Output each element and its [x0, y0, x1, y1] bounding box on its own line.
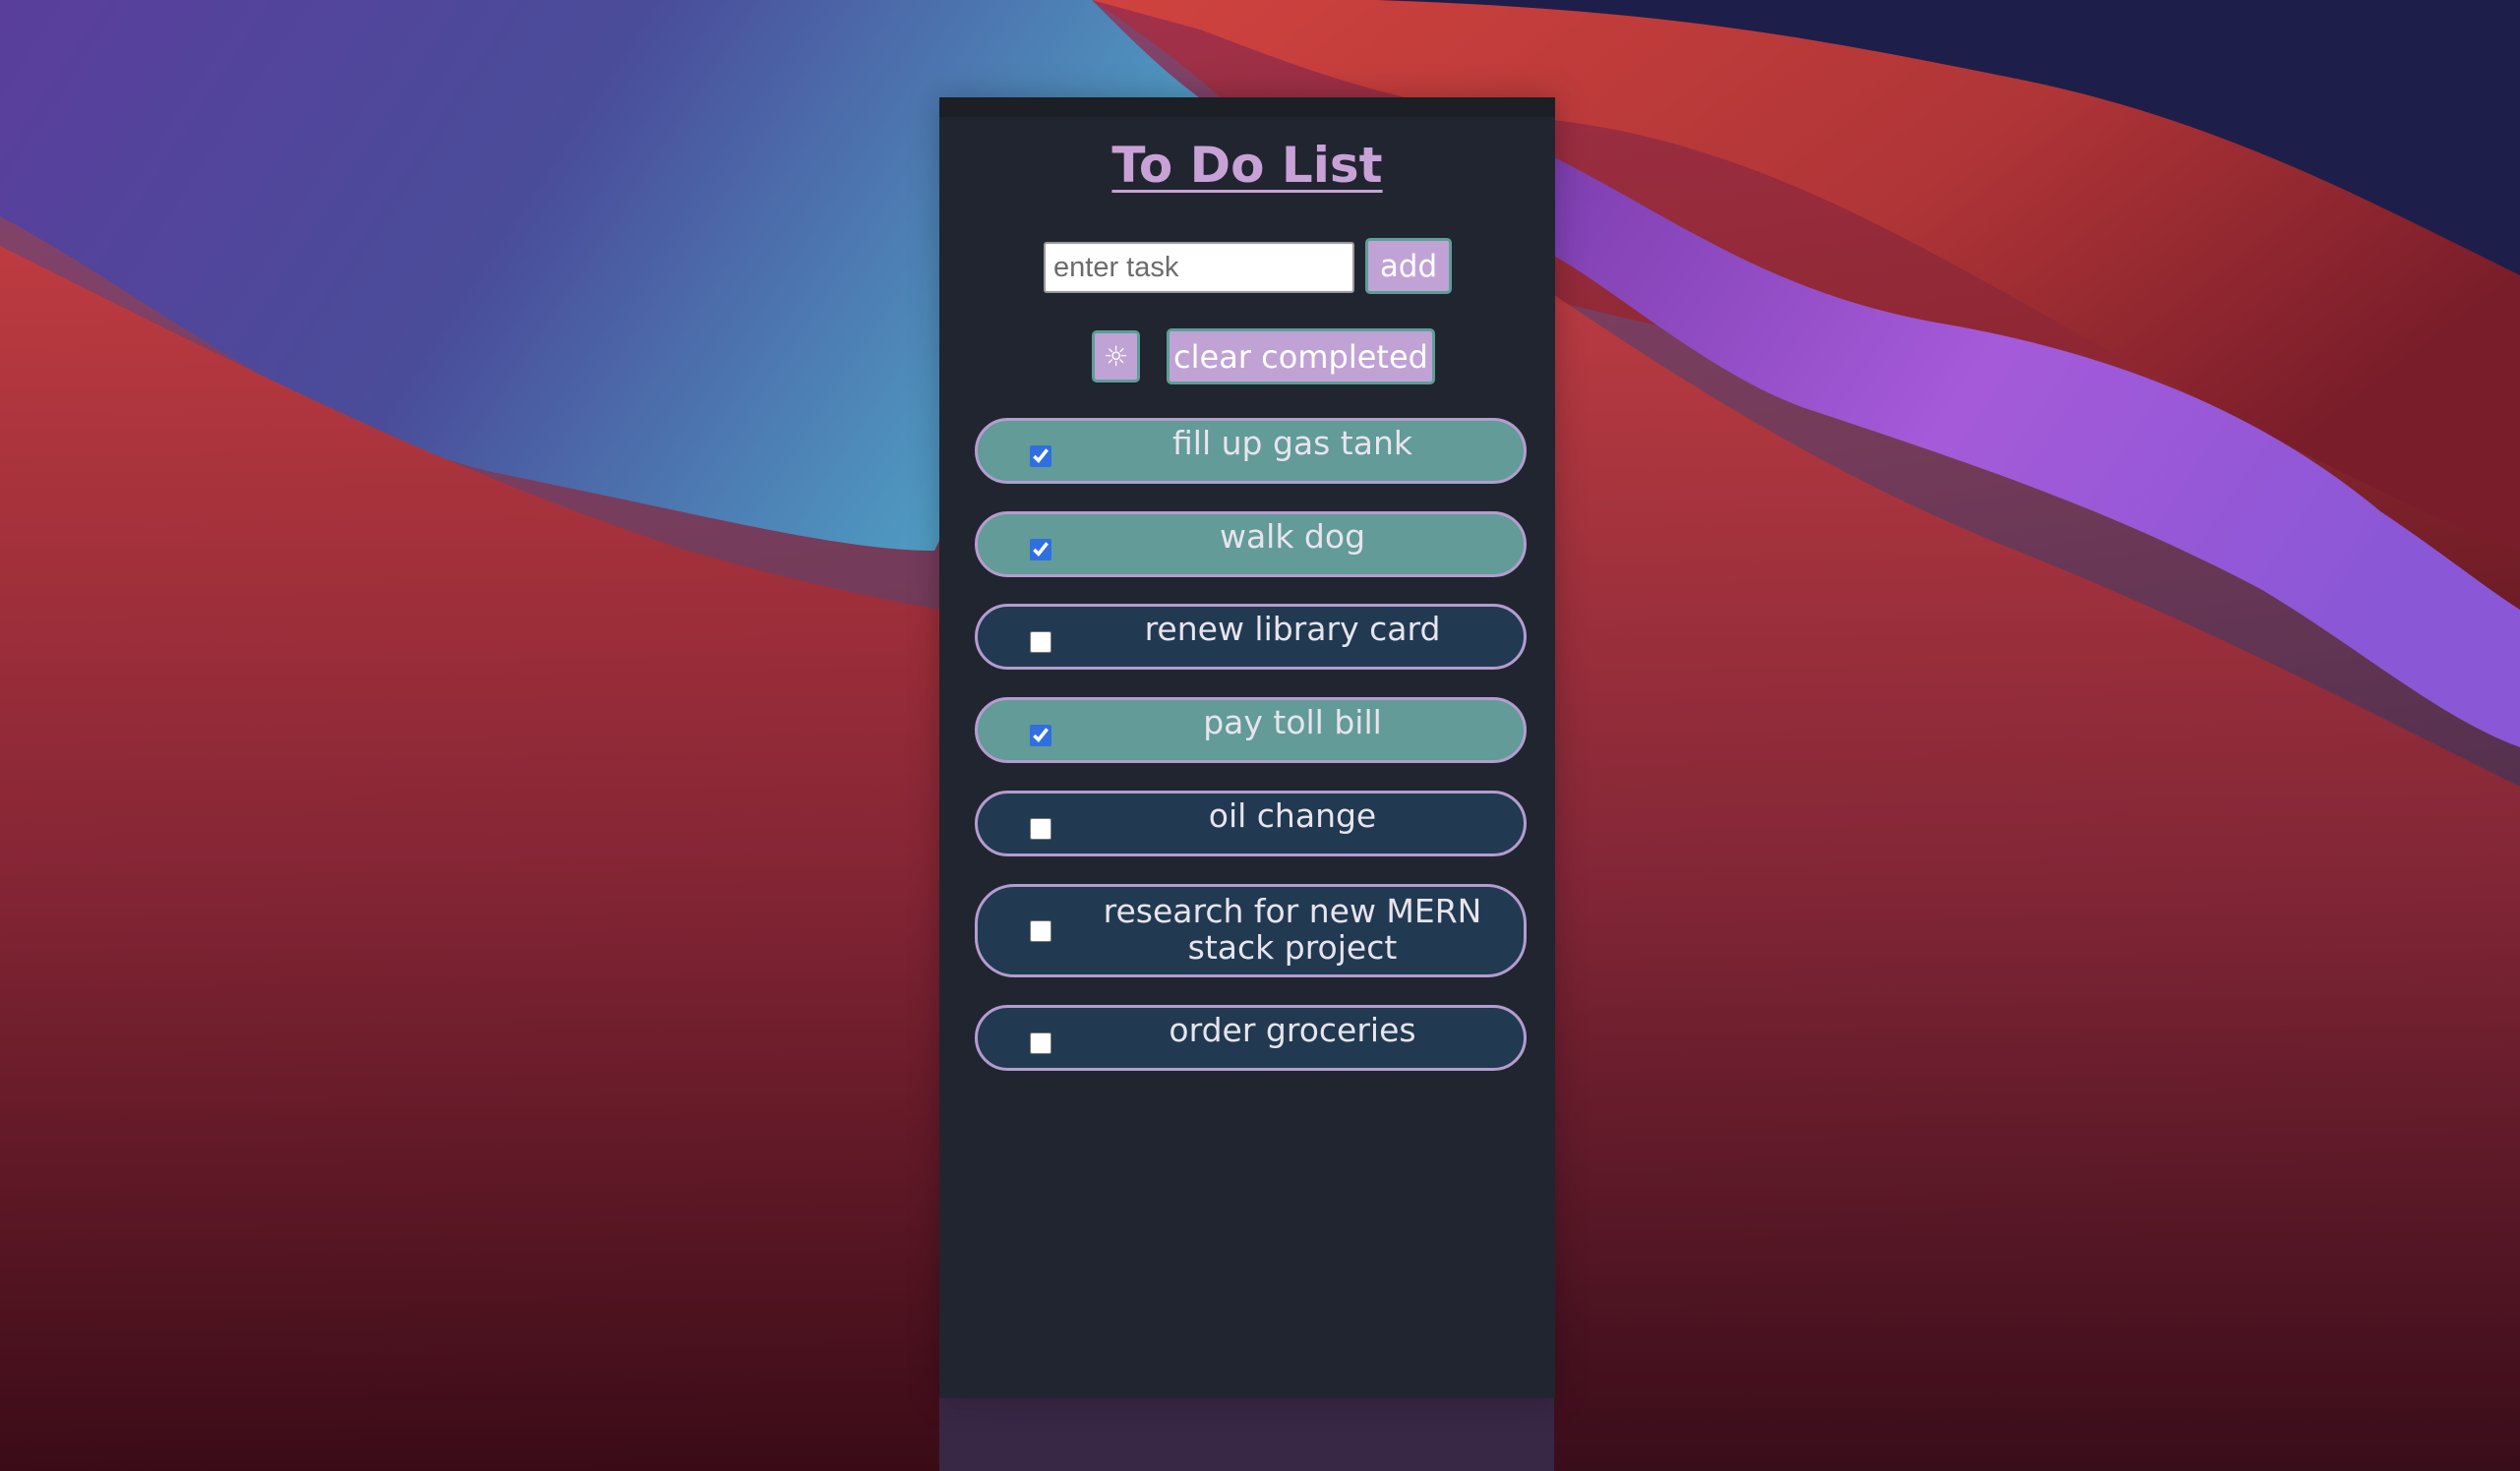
task-label: renew library card — [1144, 610, 1441, 648]
task-checkbox[interactable] — [1030, 725, 1051, 746]
task-item[interactable]: research for new MERN stack project — [975, 884, 1527, 977]
task-checkbox[interactable] — [1030, 445, 1051, 467]
task-checkbox[interactable] — [1030, 539, 1051, 560]
task-checkbox[interactable] — [1030, 818, 1051, 840]
task-item[interactable]: order groceries — [975, 1005, 1527, 1071]
task-item[interactable]: walk dog — [975, 511, 1527, 577]
task-item[interactable]: oil change — [975, 791, 1527, 856]
task-label: order groceries — [1169, 1011, 1416, 1049]
clear-completed-button[interactable]: clear completed — [1167, 328, 1435, 384]
add-task-button[interactable]: add — [1365, 238, 1452, 294]
task-item[interactable]: fill up gas tank — [975, 418, 1527, 484]
task-input[interactable] — [1044, 242, 1354, 293]
page-title: To Do List — [1111, 137, 1383, 194]
theme-toggle-button[interactable]: ☼ — [1092, 330, 1140, 382]
task-label: fill up gas tank — [1171, 424, 1412, 462]
task-item[interactable]: renew library card — [975, 604, 1527, 670]
window-topbar — [939, 97, 1555, 117]
task-checkbox[interactable] — [1030, 1032, 1051, 1054]
task-checkbox[interactable] — [1030, 920, 1051, 942]
task-item[interactable]: pay toll bill — [975, 697, 1527, 763]
task-label: oil change — [1208, 796, 1377, 835]
sun-icon: ☼ — [1103, 339, 1129, 373]
todo-app-window: To Do List add ☼ clear completed fill up… — [939, 97, 1555, 1398]
task-checkbox[interactable] — [1030, 631, 1051, 653]
task-label: pay toll bill — [1203, 703, 1382, 741]
task-label: research for new MERN stack project — [1103, 892, 1482, 967]
task-label: walk dog — [1219, 517, 1366, 556]
